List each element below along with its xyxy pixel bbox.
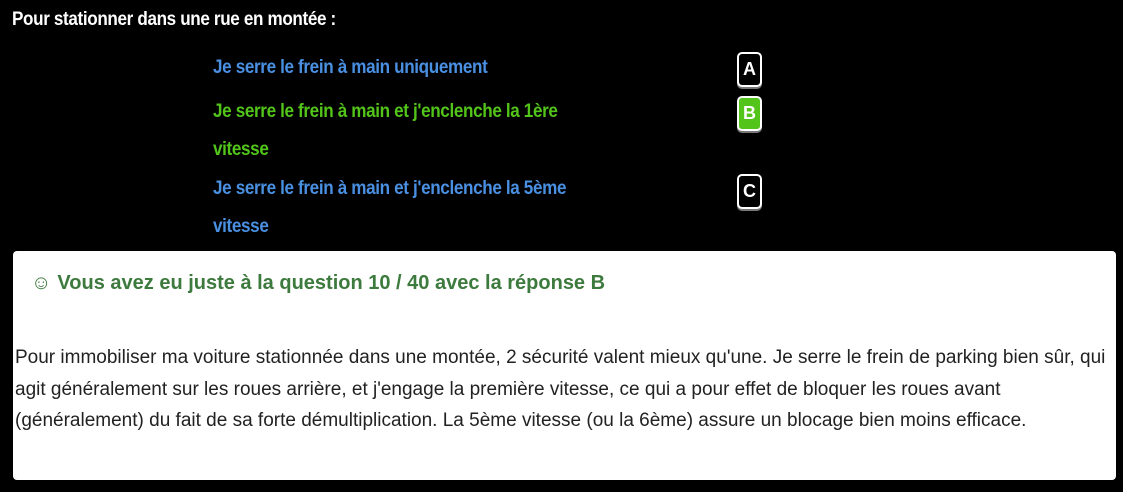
answer-b-text[interactable]: Je serre le frein à main et j'enclenche … — [213, 93, 591, 169]
answer-c-button[interactable]: C — [737, 174, 762, 209]
explanation-text: Pour immobiliser ma voiture stationnée d… — [15, 347, 1106, 431]
question-title: Pour stationner dans une rue en montée : — [12, 9, 336, 30]
answer-a-button[interactable]: A — [737, 52, 762, 87]
result-panel: ☺ Vous avez eu juste à la question 10 / 4… — [13, 251, 1116, 480]
smiley-icon: ☺ — [31, 272, 52, 294]
result-headline-text: Vous avez eu juste à la question 10 / 40… — [57, 272, 606, 294]
answer-a-text[interactable]: Je serre le frein à main uniquement — [213, 49, 591, 87]
answer-b-button[interactable]: B — [737, 96, 762, 131]
answer-c-text[interactable]: Je serre le frein à main et j'enclenche … — [213, 170, 591, 246]
result-headline: ☺ Vous avez eu juste à la question 10 / 4… — [31, 272, 605, 295]
